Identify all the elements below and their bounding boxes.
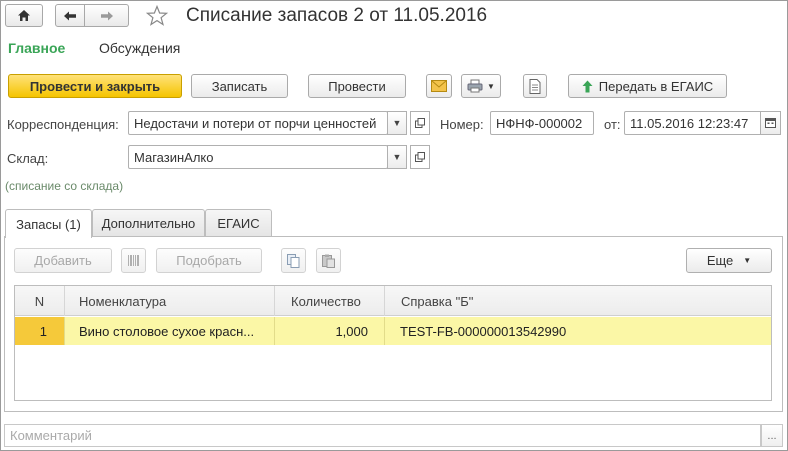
copy-icon <box>287 253 300 268</box>
comment-expand-button[interactable]: ... <box>761 424 783 447</box>
table-header: N Номенклатура Количество Справка "Б" <box>15 286 771 316</box>
calendar-button[interactable] <box>760 111 781 135</box>
row-reference-b-cell[interactable]: TEST-FB-000000013542990 <box>385 317 771 345</box>
report-button[interactable] <box>523 74 547 98</box>
calendar-icon <box>765 118 776 128</box>
row-quantity-cell[interactable]: 1,000 <box>275 317 385 345</box>
arrow-right-icon <box>100 11 113 20</box>
more-menu-label: Еще <box>706 253 734 268</box>
section-main-link[interactable]: Главное <box>8 40 65 56</box>
document-icon <box>529 78 541 94</box>
print-menu-button[interactable]: ▼ <box>461 74 501 98</box>
chevron-down-icon: ▼ <box>392 118 402 128</box>
row-number-cell[interactable]: 1 <box>15 317 65 345</box>
table-row[interactable]: 1 Вино столовое сухое красн... 1,000 TES… <box>15 317 771 345</box>
number-field[interactable]: НФНФ-000002 <box>490 111 594 135</box>
number-label: Номер: <box>440 117 484 132</box>
comment-field[interactable]: Комментарий <box>4 424 761 447</box>
date-label: от: <box>604 117 621 132</box>
chevron-down-icon: ▼ <box>487 81 495 91</box>
tab-egais[interactable]: ЕГАИС <box>205 209 272 237</box>
row-item-cell[interactable]: Вино столовое сухое красн... <box>65 317 275 345</box>
column-header-reference-b[interactable]: Справка "Б" <box>385 286 771 316</box>
correspondence-dropdown-button[interactable]: ▼ <box>387 111 407 135</box>
warehouse-label: Склад: <box>7 151 49 166</box>
post-and-close-button[interactable]: Провести и закрыть <box>8 74 182 98</box>
arrow-left-icon <box>64 11 76 20</box>
tab-stock[interactable]: Запасы (1) <box>5 209 92 238</box>
add-row-button[interactable]: Добавить <box>14 248 112 273</box>
open-window-icon <box>415 152 425 162</box>
favorite-button[interactable] <box>145 4 169 29</box>
document-title: Списание запасов 2 от 11.05.2016 <box>186 5 488 26</box>
stock-table: N Номенклатура Количество Справка "Б" 1 … <box>14 285 772 401</box>
correspondence-label: Корреспонденция: <box>7 117 119 132</box>
copy-button[interactable] <box>281 248 306 273</box>
date-field[interactable]: 11.05.2016 12:23:47 <box>624 111 762 135</box>
warehouse-hint: (списание со склада) <box>5 179 124 193</box>
column-header-n[interactable]: N <box>15 286 65 316</box>
forward-button[interactable] <box>85 4 129 27</box>
column-header-quantity[interactable]: Количество <box>275 286 385 316</box>
email-button[interactable] <box>426 74 452 98</box>
paste-button[interactable] <box>316 248 341 273</box>
barcode-button[interactable] <box>121 248 146 273</box>
warehouse-field[interactable]: МагазинАлко <box>128 145 388 169</box>
barcode-icon <box>127 255 139 266</box>
column-header-item[interactable]: Номенклатура <box>65 286 275 316</box>
back-button[interactable] <box>55 4 85 27</box>
tab-additional[interactable]: Дополнительно <box>92 209 205 237</box>
paste-icon <box>322 254 335 268</box>
post-button[interactable]: Провести <box>308 74 406 98</box>
correspondence-field[interactable]: Недостачи и потери от порчи ценностей <box>128 111 388 135</box>
home-icon <box>18 10 30 21</box>
chevron-down-icon: ▼ <box>743 256 752 265</box>
more-menu-button[interactable]: Еще ▼ <box>686 248 772 273</box>
star-icon <box>145 4 169 26</box>
send-to-egais-button[interactable]: Передать в ЕГАИС <box>568 74 727 98</box>
section-discussions-link[interactable]: Обсуждения <box>99 40 180 56</box>
correspondence-open-button[interactable] <box>410 111 430 135</box>
chevron-down-icon: ▼ <box>392 152 402 162</box>
warehouse-dropdown-button[interactable]: ▼ <box>387 145 407 169</box>
home-button[interactable] <box>5 4 43 27</box>
open-window-icon <box>415 118 425 128</box>
pick-items-button[interactable]: Подобрать <box>156 248 262 273</box>
envelope-icon <box>431 80 447 92</box>
arrow-up-icon <box>582 80 593 92</box>
save-button[interactable]: Записать <box>191 74 288 98</box>
printer-icon <box>467 79 483 93</box>
send-to-egais-label: Передать в ЕГАИС <box>598 78 714 94</box>
warehouse-open-button[interactable] <box>410 145 430 169</box>
